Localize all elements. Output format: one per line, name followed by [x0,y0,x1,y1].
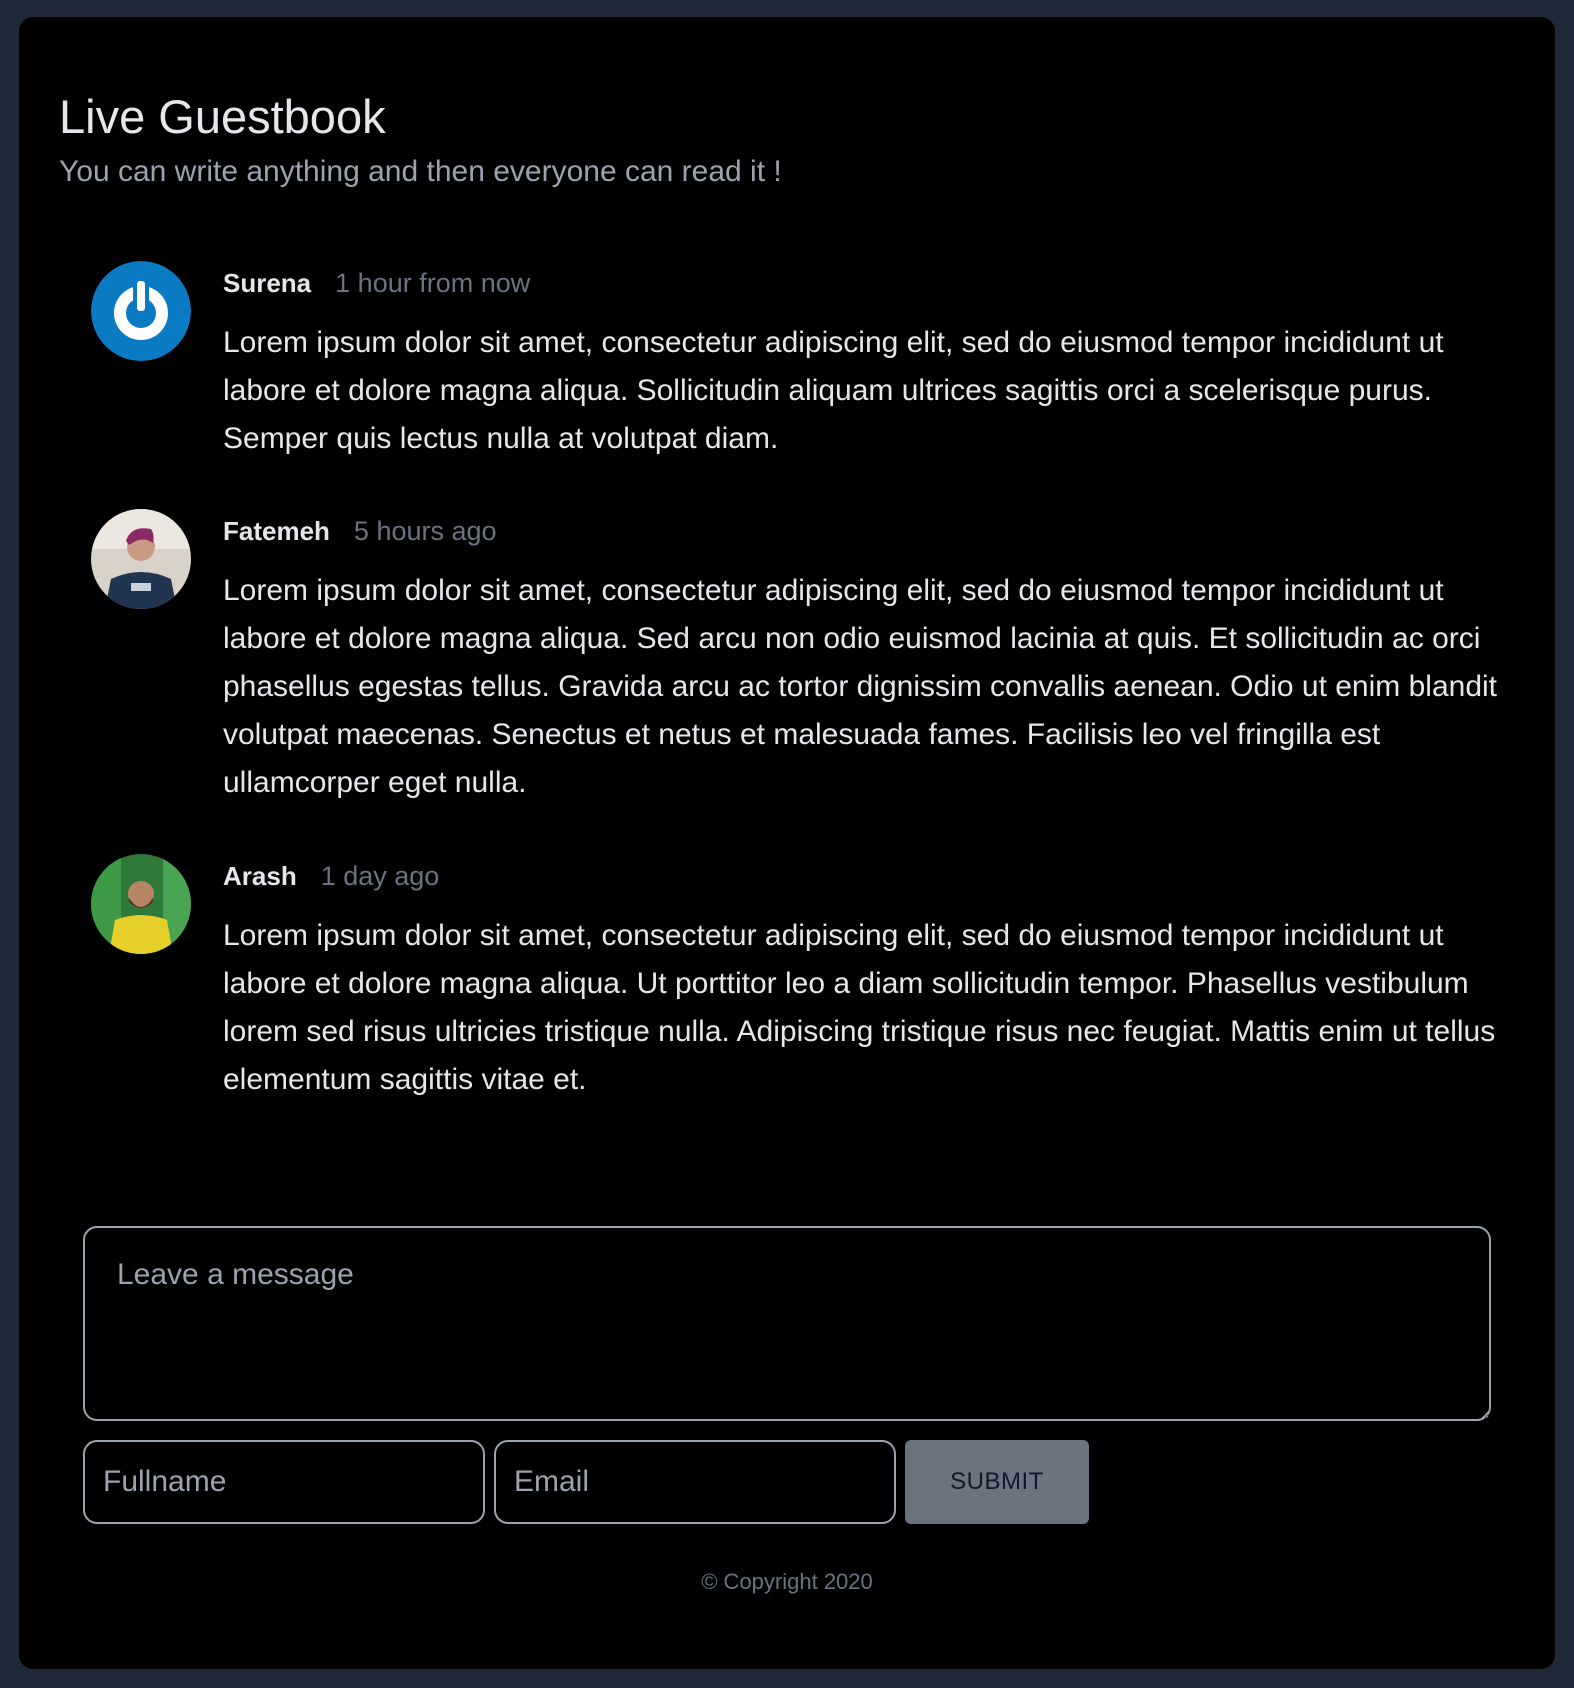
comment-text: Lorem ipsum dolor sit amet, consectetur … [223,326,1444,455]
comment-header: Arash 1 day ago [223,854,1513,898]
avatar [91,854,191,954]
comment-text: Lorem ipsum dolor sit amet, consectetur … [223,919,1496,1096]
email-input[interactable] [494,1440,896,1524]
user-photo-icon [91,854,191,954]
comment-author: Surena [223,267,312,298]
page-subtitle: You can write anything and then everyone… [59,155,782,188]
guestbook-card: Live Guestbook You can write anything an… [19,17,1555,1669]
avatar [91,261,191,361]
power-logo-icon [91,261,191,361]
user-photo-icon [91,509,191,609]
message-input[interactable] [83,1226,1491,1421]
page-title: Live Guestbook [59,90,386,143]
fullname-input[interactable] [83,1440,485,1524]
comment-author: Fatemeh [223,515,330,546]
avatar [91,509,191,609]
comment-time: 1 day ago [320,860,440,891]
comment-author: Arash [223,860,297,891]
comment-body: Fatemeh 5 hours ago Lorem ipsum dolor si… [223,509,1513,807]
comment-time: 5 hours ago [353,515,497,546]
comment-time: 1 hour from now [335,267,531,298]
comment-header: Surena 1 hour from now [223,261,1513,305]
footer-copyright: © Copyright 2020 [701,1569,873,1594]
comment-text: Lorem ipsum dolor sit amet, consectetur … [223,574,1498,799]
comment-header: Fatemeh 5 hours ago [223,509,1513,553]
submit-button[interactable]: SUBMIT [905,1440,1089,1524]
comment-body: Arash 1 day ago Lorem ipsum dolor sit am… [223,854,1513,1104]
comment-body: Surena 1 hour from now Lorem ipsum dolor… [223,261,1513,463]
